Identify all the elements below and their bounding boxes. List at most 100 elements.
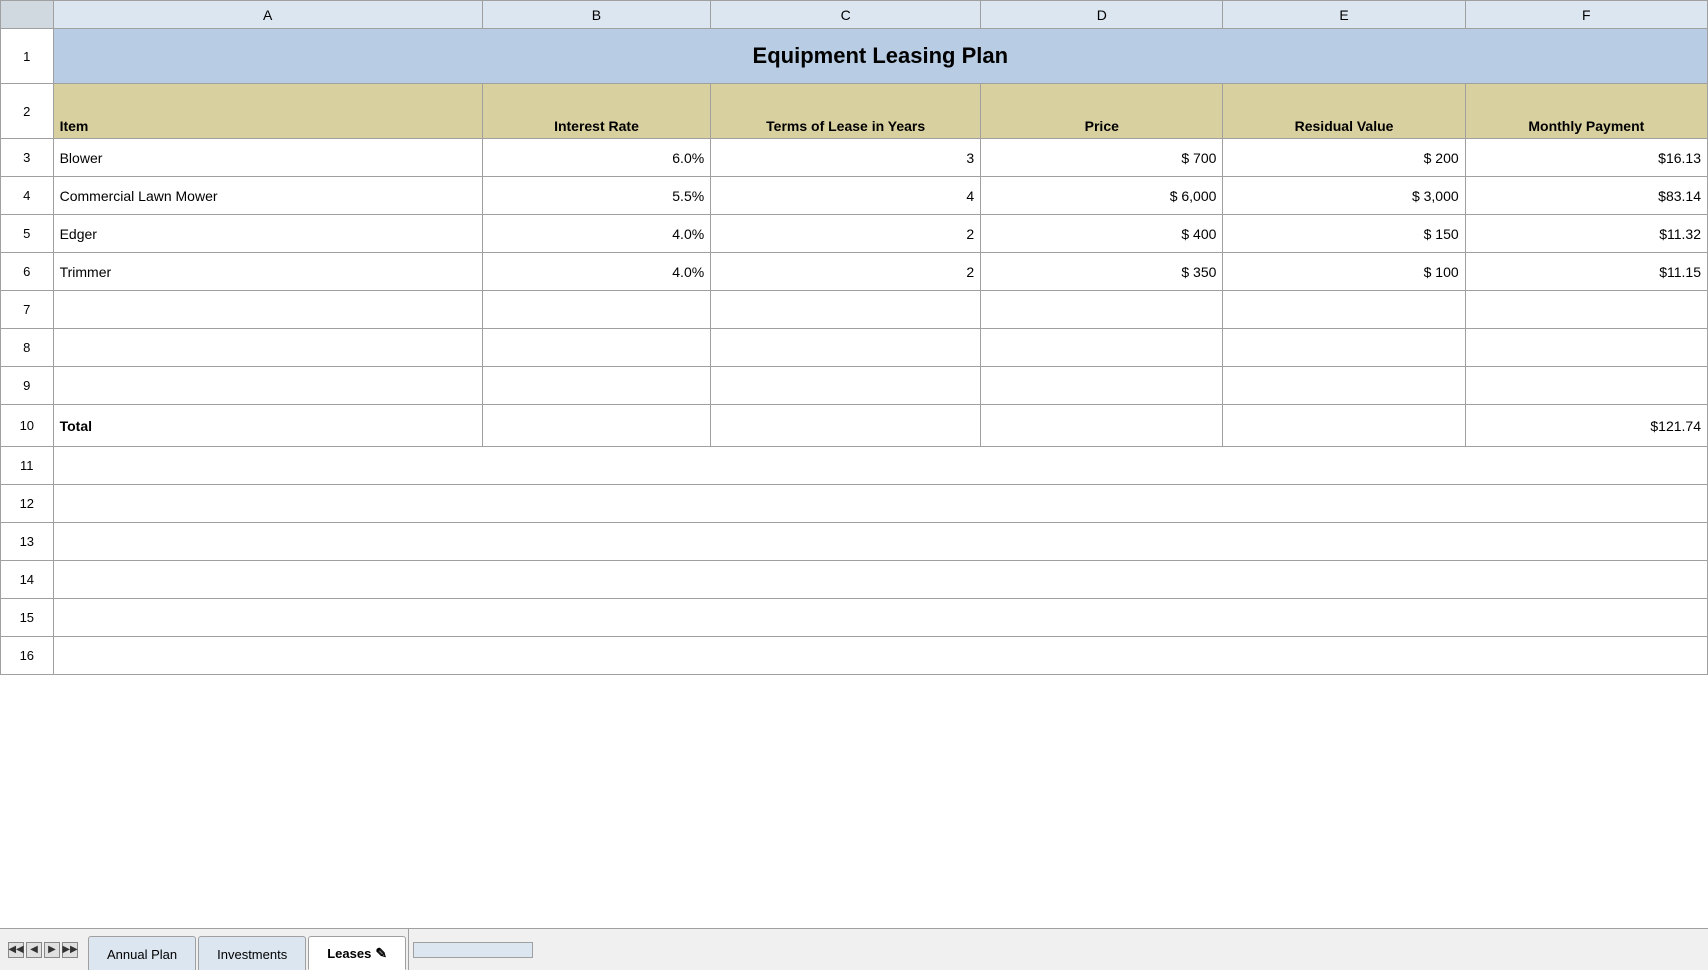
header-residual[interactable]: Residual Value bbox=[1223, 84, 1465, 139]
cell-9d[interactable] bbox=[981, 367, 1223, 405]
price-trimmer[interactable]: $ 350 bbox=[981, 253, 1223, 291]
cell-8c[interactable] bbox=[711, 329, 981, 367]
item-mower[interactable]: Commercial Lawn Mower bbox=[53, 177, 482, 215]
row-num-5: 5 bbox=[1, 215, 54, 253]
cell-8f[interactable] bbox=[1465, 329, 1707, 367]
cell-13[interactable] bbox=[53, 523, 1707, 561]
total-label[interactable]: Total bbox=[53, 405, 482, 447]
price-mower[interactable]: $ 6,000 bbox=[981, 177, 1223, 215]
tab-leases-icon: ✎ bbox=[375, 945, 387, 962]
header-item[interactable]: Item bbox=[53, 84, 482, 139]
horizontal-scrollbar-area bbox=[408, 929, 1708, 970]
cell-7e[interactable] bbox=[1223, 291, 1465, 329]
cell-7a[interactable] bbox=[53, 291, 482, 329]
total-value[interactable]: $121.74 bbox=[1465, 405, 1707, 447]
sheet-tabs: Annual Plan Investments Leases ✎ bbox=[88, 929, 408, 970]
cell-10d[interactable] bbox=[981, 405, 1223, 447]
table-row: 3 Blower 6.0% 3 $ 700 $ 200 $16.13 bbox=[1, 139, 1708, 177]
payment-blower[interactable]: $16.13 bbox=[1465, 139, 1707, 177]
payment-mower[interactable]: $83.14 bbox=[1465, 177, 1707, 215]
table-row: 13 bbox=[1, 523, 1708, 561]
cell-7f[interactable] bbox=[1465, 291, 1707, 329]
cell-9f[interactable] bbox=[1465, 367, 1707, 405]
header-price[interactable]: Price bbox=[981, 84, 1223, 139]
cell-7b[interactable] bbox=[482, 291, 710, 329]
tab-nav-prev[interactable]: ◀ bbox=[26, 942, 42, 958]
horizontal-scrollbar[interactable] bbox=[413, 942, 533, 958]
row-num-1: 1 bbox=[1, 29, 54, 84]
payment-trimmer[interactable]: $11.15 bbox=[1465, 253, 1707, 291]
cell-12[interactable] bbox=[53, 485, 1707, 523]
cell-10c[interactable] bbox=[711, 405, 981, 447]
residual-edger[interactable]: $ 150 bbox=[1223, 215, 1465, 253]
tab-nav-next[interactable]: ▶ bbox=[44, 942, 60, 958]
header-terms[interactable]: Terms of Lease in Years bbox=[711, 84, 981, 139]
item-edger[interactable]: Edger bbox=[53, 215, 482, 253]
table-row: 15 bbox=[1, 599, 1708, 637]
title-cell[interactable]: Equipment Leasing Plan bbox=[53, 29, 1707, 84]
cell-10b[interactable] bbox=[482, 405, 710, 447]
spreadsheet: A B C D E F 1 Equipment Leasing Plan 2 I… bbox=[0, 0, 1708, 928]
tab-annual-plan[interactable]: Annual Plan bbox=[88, 936, 196, 970]
cell-7c[interactable] bbox=[711, 291, 981, 329]
residual-trimmer[interactable]: $ 100 bbox=[1223, 253, 1465, 291]
cell-9a[interactable] bbox=[53, 367, 482, 405]
cell-8d[interactable] bbox=[981, 329, 1223, 367]
table-row: 6 Trimmer 4.0% 2 $ 350 $ 100 $11.15 bbox=[1, 253, 1708, 291]
table-row: 12 bbox=[1, 485, 1708, 523]
row-num-8: 8 bbox=[1, 329, 54, 367]
tab-annual-plan-label: Annual Plan bbox=[107, 947, 177, 962]
cell-9c[interactable] bbox=[711, 367, 981, 405]
table-row: 2 Item Interest Rate Terms of Lease in Y… bbox=[1, 84, 1708, 139]
item-blower[interactable]: Blower bbox=[53, 139, 482, 177]
rate-mower[interactable]: 5.5% bbox=[482, 177, 710, 215]
row-num-3: 3 bbox=[1, 139, 54, 177]
col-header-f[interactable]: F bbox=[1465, 1, 1707, 29]
table-row: 7 bbox=[1, 291, 1708, 329]
table-row: 14 bbox=[1, 561, 1708, 599]
col-header-e[interactable]: E bbox=[1223, 1, 1465, 29]
residual-blower[interactable]: $ 200 bbox=[1223, 139, 1465, 177]
price-blower[interactable]: $ 700 bbox=[981, 139, 1223, 177]
rate-edger[interactable]: 4.0% bbox=[482, 215, 710, 253]
column-headers: A B C D E F bbox=[1, 1, 1708, 29]
header-rate[interactable]: Interest Rate bbox=[482, 84, 710, 139]
tab-nav-last[interactable]: ▶▶ bbox=[62, 942, 78, 958]
terms-edger[interactable]: 2 bbox=[711, 215, 981, 253]
terms-blower[interactable]: 3 bbox=[711, 139, 981, 177]
header-payment[interactable]: Monthly Payment bbox=[1465, 84, 1707, 139]
cell-8e[interactable] bbox=[1223, 329, 1465, 367]
table-row: 9 bbox=[1, 367, 1708, 405]
cell-8b[interactable] bbox=[482, 329, 710, 367]
cell-14[interactable] bbox=[53, 561, 1707, 599]
cell-9e[interactable] bbox=[1223, 367, 1465, 405]
cell-7d[interactable] bbox=[981, 291, 1223, 329]
row-num-16: 16 bbox=[1, 637, 54, 675]
payment-edger[interactable]: $11.32 bbox=[1465, 215, 1707, 253]
col-header-b[interactable]: B bbox=[482, 1, 710, 29]
cell-8a[interactable] bbox=[53, 329, 482, 367]
col-header-d[interactable]: D bbox=[981, 1, 1223, 29]
terms-mower[interactable]: 4 bbox=[711, 177, 981, 215]
row-num-7: 7 bbox=[1, 291, 54, 329]
item-trimmer[interactable]: Trimmer bbox=[53, 253, 482, 291]
terms-trimmer[interactable]: 2 bbox=[711, 253, 981, 291]
residual-mower[interactable]: $ 3,000 bbox=[1223, 177, 1465, 215]
row-num-13: 13 bbox=[1, 523, 54, 561]
row-num-14: 14 bbox=[1, 561, 54, 599]
row-num-12: 12 bbox=[1, 485, 54, 523]
col-header-a[interactable]: A bbox=[53, 1, 482, 29]
rate-trimmer[interactable]: 4.0% bbox=[482, 253, 710, 291]
cell-16[interactable] bbox=[53, 637, 1707, 675]
cell-11[interactable] bbox=[53, 447, 1707, 485]
cell-9b[interactable] bbox=[482, 367, 710, 405]
cell-10e[interactable] bbox=[1223, 405, 1465, 447]
tab-leases[interactable]: Leases ✎ bbox=[308, 936, 406, 970]
tab-investments[interactable]: Investments bbox=[198, 936, 306, 970]
rate-blower[interactable]: 6.0% bbox=[482, 139, 710, 177]
price-edger[interactable]: $ 400 bbox=[981, 215, 1223, 253]
cell-15[interactable] bbox=[53, 599, 1707, 637]
tab-nav-first[interactable]: ◀◀ bbox=[8, 942, 24, 958]
col-header-c[interactable]: C bbox=[711, 1, 981, 29]
table-row: 16 bbox=[1, 637, 1708, 675]
